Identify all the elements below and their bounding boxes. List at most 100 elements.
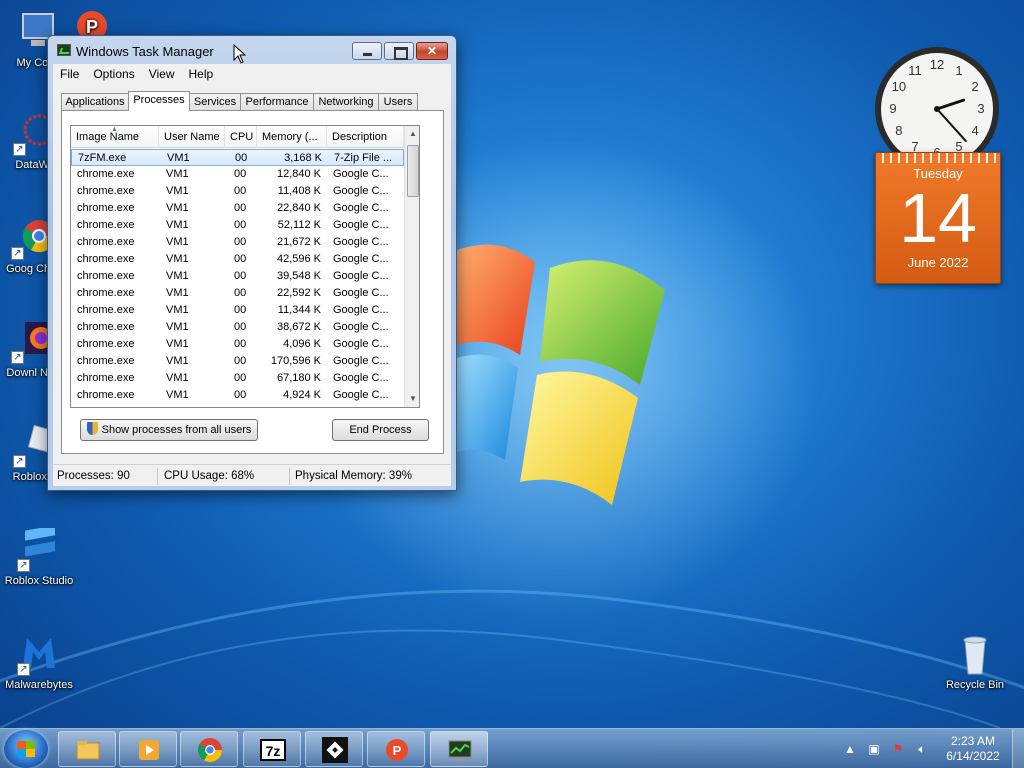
tab-performance[interactable]: Performance <box>240 93 314 110</box>
action-center-flag-icon[interactable]: ⚑ <box>890 741 906 757</box>
table-row[interactable]: chrome.exe VM1 00 21,672 K Google C... <box>71 234 404 251</box>
description-cell: Google C... <box>333 168 389 180</box>
calendar-gadget[interactable]: Tuesday 14 June 2022 <box>875 152 1001 284</box>
maximize-button[interactable] <box>384 42 414 60</box>
column-image-name[interactable]: ▲ Image Name <box>71 126 159 148</box>
clock-numeral: 8 <box>895 123 902 138</box>
memory-cell: 11,408 K <box>277 185 321 197</box>
show-all-processes-button[interactable]: Show processes from all users <box>80 419 258 441</box>
column-memory[interactable]: Memory (... <box>257 126 327 148</box>
desktop-icon-recycle-bin[interactable]: Recycle Bin <box>936 632 1014 692</box>
shortcut-arrow-icon: ↗ <box>17 663 30 676</box>
desktop-icon-malwarebytes[interactable]: ↗ Malwarebytes <box>0 632 78 692</box>
user-name-cell: VM1 <box>166 202 189 214</box>
scroll-up-icon[interactable]: ▲ <box>405 126 419 142</box>
table-row[interactable]: chrome.exe VM1 00 39,548 K Google C... <box>71 268 404 285</box>
table-row[interactable]: chrome.exe VM1 00 11,408 K Google C... <box>71 183 404 200</box>
clock-numeral: 10 <box>892 79 906 94</box>
column-description[interactable]: Description <box>327 126 404 148</box>
recycle-bin-icon <box>953 632 997 676</box>
taskbar-roblox-player[interactable]: P <box>367 731 425 767</box>
roblox-player-icon: P <box>386 739 408 761</box>
taskbar-media-player[interactable] <box>119 731 177 767</box>
memory-cell: 67,180 K <box>276 372 321 384</box>
memory-cell: 39,548 K <box>276 270 321 282</box>
table-row[interactable]: chrome.exe VM1 00 67,180 K Google C... <box>71 370 404 387</box>
table-row[interactable]: chrome.exe VM1 00 4,924 K Google C... <box>71 387 404 404</box>
table-row[interactable]: chrome.exe VM1 00 12,840 K Google C... <box>71 166 404 183</box>
folder-icon <box>76 741 100 760</box>
memory-cell: 4,924 K <box>283 389 321 401</box>
description-cell: Google C... <box>333 389 389 401</box>
tab-processes[interactable]: Processes <box>128 91 190 111</box>
column-user-name[interactable]: User Name <box>159 126 225 148</box>
taskbar-roblox-studio[interactable] <box>305 731 363 767</box>
taskbar-task-manager[interactable] <box>430 731 488 767</box>
process-name-cell: chrome.exe <box>77 355 135 367</box>
tab-users[interactable]: Users <box>378 93 418 110</box>
cpu-cell: 00 <box>234 202 247 214</box>
show-desktop-button[interactable] <box>1012 729 1024 768</box>
user-name-cell: VM1 <box>166 355 189 367</box>
memory-cell: 21,672 K <box>276 236 321 248</box>
table-row[interactable]: chrome.exe VM1 00 52,112 K Google C... <box>71 217 404 234</box>
memory-cell: 4,096 K <box>283 338 321 350</box>
table-row[interactable]: chrome.exe VM1 00 11,344 K Google C... <box>71 302 404 319</box>
table-row[interactable]: chrome.exe VM1 00 42,596 K Google C... <box>71 251 404 268</box>
table-row[interactable]: chrome.exe VM1 00 4,096 K Google C... <box>71 336 404 353</box>
table-row[interactable]: 7zFM.exe VM1 00 3,168 K 7-Zip File ... <box>71 149 404 166</box>
scroll-down-icon[interactable]: ▼ <box>405 391 419 407</box>
menu-options[interactable]: Options <box>86 64 141 84</box>
table-row[interactable]: chrome.exe VM1 00 22,592 K Google C... <box>71 285 404 302</box>
column-cpu[interactable]: CPU <box>225 126 257 148</box>
windows-logo-icon <box>17 741 35 757</box>
clock-numeral: 11 <box>908 63 922 78</box>
scroll-thumb[interactable] <box>407 145 419 197</box>
tab-networking[interactable]: Networking <box>313 93 379 110</box>
cpu-cell: 00 <box>235 152 248 164</box>
process-list[interactable]: ▲ Image Name User Name CPU Memory (... D… <box>70 125 420 408</box>
description-cell: Google C... <box>333 372 389 384</box>
shortcut-arrow-icon: ↗ <box>13 143 26 156</box>
clock-numeral: 1 <box>955 63 962 78</box>
menu-file[interactable]: File <box>53 64 86 84</box>
shortcut-arrow-icon: ↗ <box>13 455 26 468</box>
process-name-cell: chrome.exe <box>77 287 135 299</box>
user-name-cell: VM1 <box>166 253 189 265</box>
menu-help[interactable]: Help <box>182 64 221 84</box>
menu-view[interactable]: View <box>142 64 182 84</box>
cpu-cell: 00 <box>234 185 247 197</box>
window-title: Windows Task Manager <box>76 44 214 59</box>
task-manager-window: Windows Task Manager FileOptionsViewHelp… <box>47 35 457 491</box>
malwarebytes-icon: ↗ <box>17 632 61 676</box>
taskbar-7zip[interactable]: 7z <box>243 731 301 767</box>
close-button[interactable] <box>416 42 448 60</box>
taskbar-chrome[interactable] <box>180 731 238 767</box>
table-row[interactable]: chrome.exe VM1 00 22,840 K Google C... <box>71 200 404 217</box>
end-process-button[interactable]: End Process <box>332 419 429 441</box>
description-cell: Google C... <box>333 355 389 367</box>
minimize-button[interactable] <box>352 42 382 60</box>
desktop-icon-roblox-studio[interactable]: ↗ Roblox Studio <box>0 525 78 588</box>
taskbar-file-explorer[interactable] <box>58 731 116 767</box>
clock-date: 6/14/2022 <box>946 749 1000 763</box>
process-name-cell: chrome.exe <box>77 372 135 384</box>
taskbar-clock[interactable]: 2:23 AM 6/14/2022 <box>940 734 1006 764</box>
table-row[interactable]: chrome.exe VM1 00 170,596 K Google C... <box>71 353 404 370</box>
vertical-scrollbar[interactable]: ▲ ▼ <box>404 126 419 407</box>
table-row[interactable]: chrome.exe VM1 00 38,672 K Google C... <box>71 319 404 336</box>
status-bar: Processes: 90 CPU Usage: 68% Physical Me… <box>53 464 451 486</box>
network-icon[interactable]: ▣ <box>866 741 882 757</box>
cpu-cell: 00 <box>234 270 247 282</box>
start-button[interactable] <box>4 730 48 768</box>
show-hidden-icons-icon[interactable]: ▲ <box>842 741 858 757</box>
volume-icon[interactable]: 🔈︎ <box>914 741 930 757</box>
tab-services[interactable]: Services <box>189 93 241 110</box>
tab-applications[interactable]: Applications <box>61 93 129 110</box>
status-physical-memory: Physical Memory: 39% <box>295 470 412 482</box>
cpu-cell: 00 <box>234 168 247 180</box>
status-cpu-usage: CPU Usage: 68% <box>160 468 290 485</box>
taskbar: 7z P ▲ ▣ ⚑ 🔈︎ 2:23 AM 6/14/2022 <box>0 728 1024 768</box>
memory-cell: 52,112 K <box>277 219 321 231</box>
title-bar[interactable]: Windows Task Manager <box>48 36 456 64</box>
